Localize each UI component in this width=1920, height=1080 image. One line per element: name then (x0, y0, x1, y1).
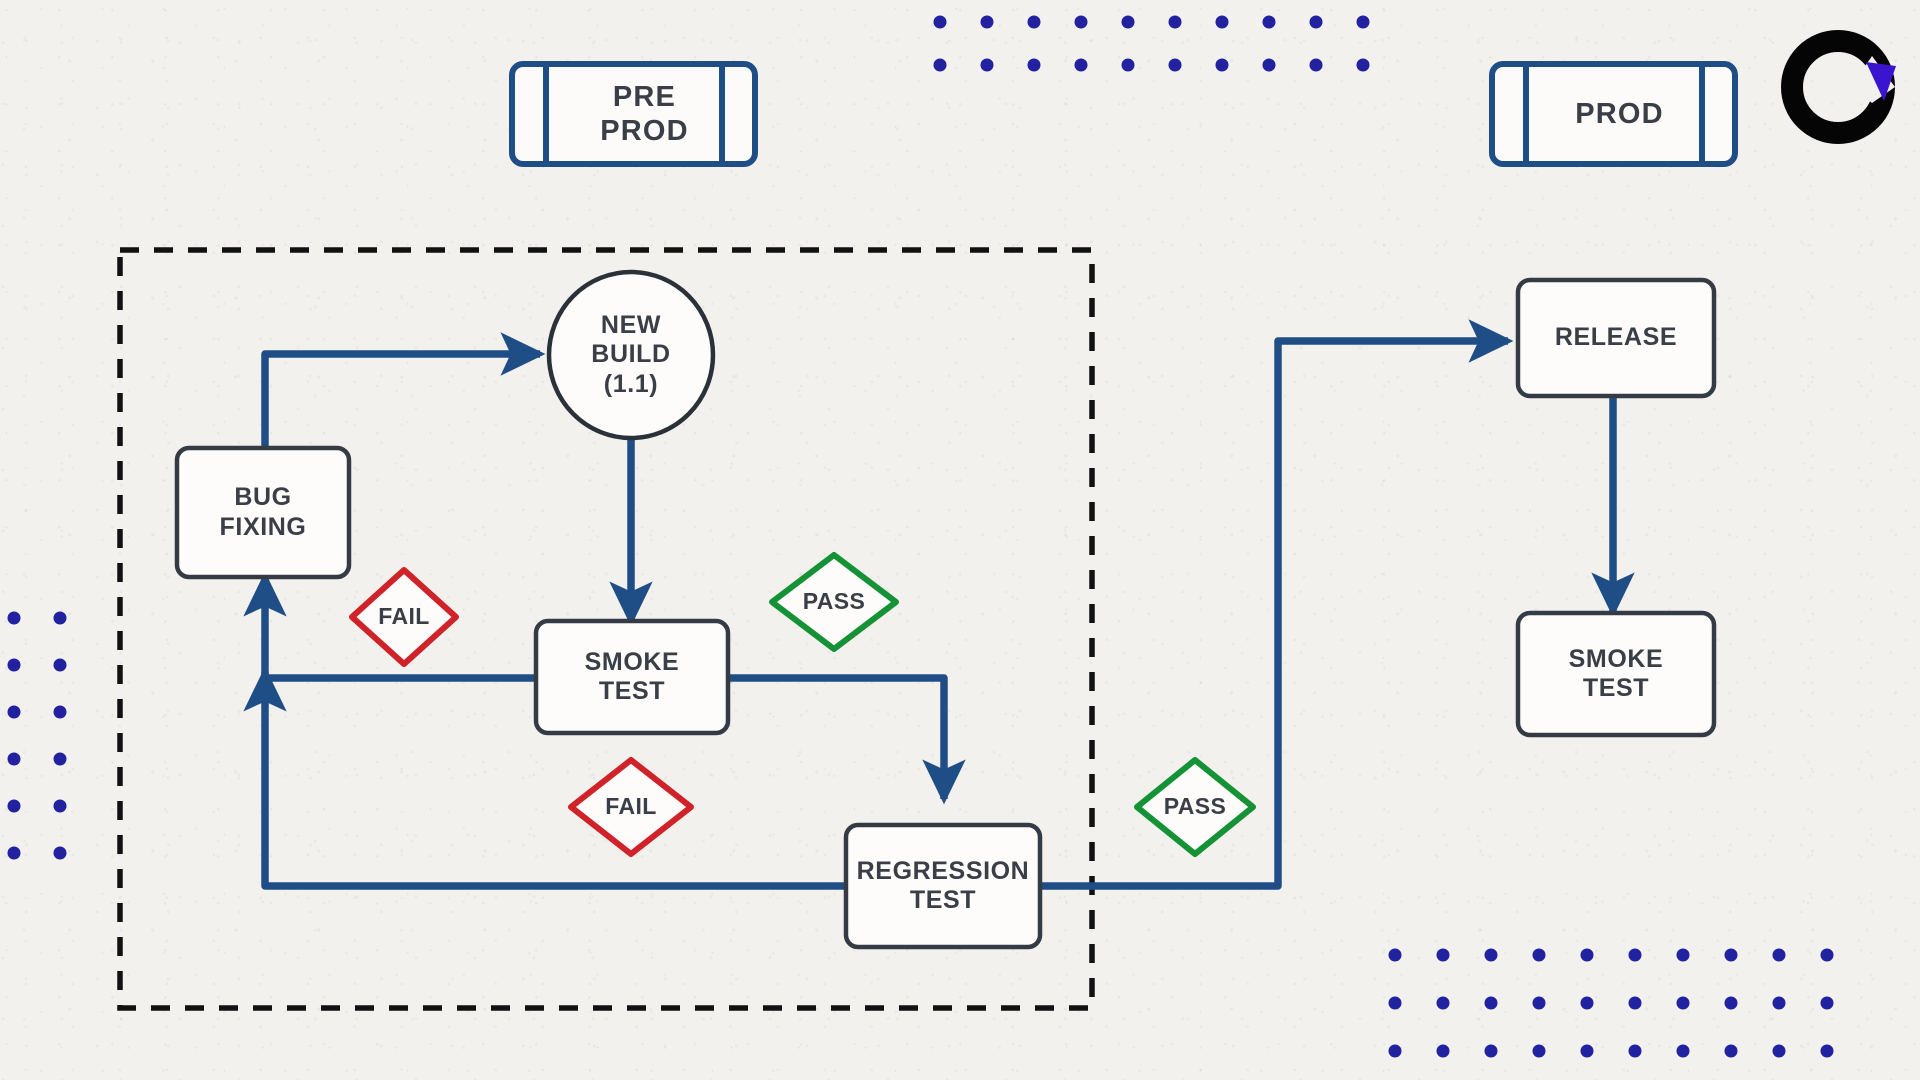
decor-dot (7, 611, 21, 625)
edge-regression-pass-to-release (1040, 319, 1514, 890)
decor-dot (1820, 1044, 1834, 1058)
decor-dot (7, 846, 21, 860)
decor-dot (1436, 948, 1450, 962)
decision-fail-regression[interactable] (568, 757, 694, 857)
decor-dot (1724, 948, 1738, 962)
decor-dot (7, 799, 21, 813)
decor-dot (53, 658, 67, 672)
decor-dot (1820, 948, 1834, 962)
decor-dot (1628, 996, 1642, 1010)
decor-dot (1484, 948, 1498, 962)
edge-smoketest-pass-to-regression (727, 674, 966, 805)
env-pre-prod[interactable] (509, 61, 758, 167)
decor-dot (1388, 948, 1402, 962)
brand-logo[interactable] (1781, 30, 1896, 144)
decor-dot (1484, 996, 1498, 1010)
decor-dot (53, 611, 67, 625)
decor-dot (1628, 1044, 1642, 1058)
decor-dot (7, 705, 21, 719)
node-new-build[interactable] (546, 269, 716, 441)
decor-dot (1436, 996, 1450, 1010)
decor-dot (1580, 996, 1594, 1010)
node-smoke-test[interactable] (533, 618, 731, 736)
decor-dot (53, 752, 67, 766)
decor-dot (1074, 58, 1088, 72)
decor-dots-top (933, 15, 1370, 72)
decor-dot (1580, 1044, 1594, 1058)
decor-dot (1388, 1044, 1402, 1058)
decor-dot (1356, 58, 1370, 72)
decor-dot (1724, 996, 1738, 1010)
decision-pass-smoke[interactable] (769, 552, 899, 652)
decor-dot (1532, 948, 1546, 962)
node-smoke-test-prod[interactable] (1515, 610, 1717, 738)
decor-dot (1484, 1044, 1498, 1058)
decor-dot (53, 799, 67, 813)
decor-dot (1676, 948, 1690, 962)
decor-dot (1121, 58, 1135, 72)
decor-dot (1027, 15, 1041, 29)
decor-dot (1356, 15, 1370, 29)
decor-dot (1820, 996, 1834, 1010)
decor-dot (1215, 58, 1229, 72)
decor-dot (53, 705, 67, 719)
decor-dot (1628, 948, 1642, 962)
decor-dot (1309, 15, 1323, 29)
node-regression-test[interactable] (843, 822, 1043, 950)
decor-dot (1772, 948, 1786, 962)
decor-dot (1074, 15, 1088, 29)
decor-dot (980, 15, 994, 29)
env-prod[interactable] (1489, 61, 1738, 167)
flowchart-svg (7, 15, 1896, 1058)
decor-dot (1262, 58, 1276, 72)
decor-dot (1168, 15, 1182, 29)
node-release[interactable] (1515, 277, 1717, 399)
decor-dot (1262, 15, 1276, 29)
decor-dot (1121, 15, 1135, 29)
decor-dot (1772, 996, 1786, 1010)
decor-dot (933, 58, 947, 72)
diagram-canvas: PRE PROD PROD NEW BUILD (1.1) BUG FIXING… (0, 0, 1920, 1080)
decor-dot (1724, 1044, 1738, 1058)
decor-dot (7, 658, 21, 672)
decor-dot (1436, 1044, 1450, 1058)
decor-dot (1309, 58, 1323, 72)
decor-dot (1027, 58, 1041, 72)
decor-dot (1580, 948, 1594, 962)
decision-pass-regression[interactable] (1134, 757, 1256, 857)
node-bug-fixing[interactable] (174, 445, 352, 580)
decor-dots-bottom-right (1388, 948, 1834, 1058)
decor-dot (1215, 15, 1229, 29)
decor-dot (7, 752, 21, 766)
decor-dot (1532, 1044, 1546, 1058)
decor-dot (1676, 996, 1690, 1010)
decor-dot (933, 15, 947, 29)
decor-dot (1772, 1044, 1786, 1058)
decor-dot (53, 846, 67, 860)
decor-dots-left (7, 611, 67, 860)
edge-bugfixing-to-newbuild (261, 332, 546, 448)
decor-dot (1676, 1044, 1690, 1058)
decor-dot (980, 58, 994, 72)
decision-fail-smoke[interactable] (349, 567, 459, 667)
decor-dot (1388, 996, 1402, 1010)
decor-dot (1532, 996, 1546, 1010)
decor-dot (1168, 58, 1182, 72)
